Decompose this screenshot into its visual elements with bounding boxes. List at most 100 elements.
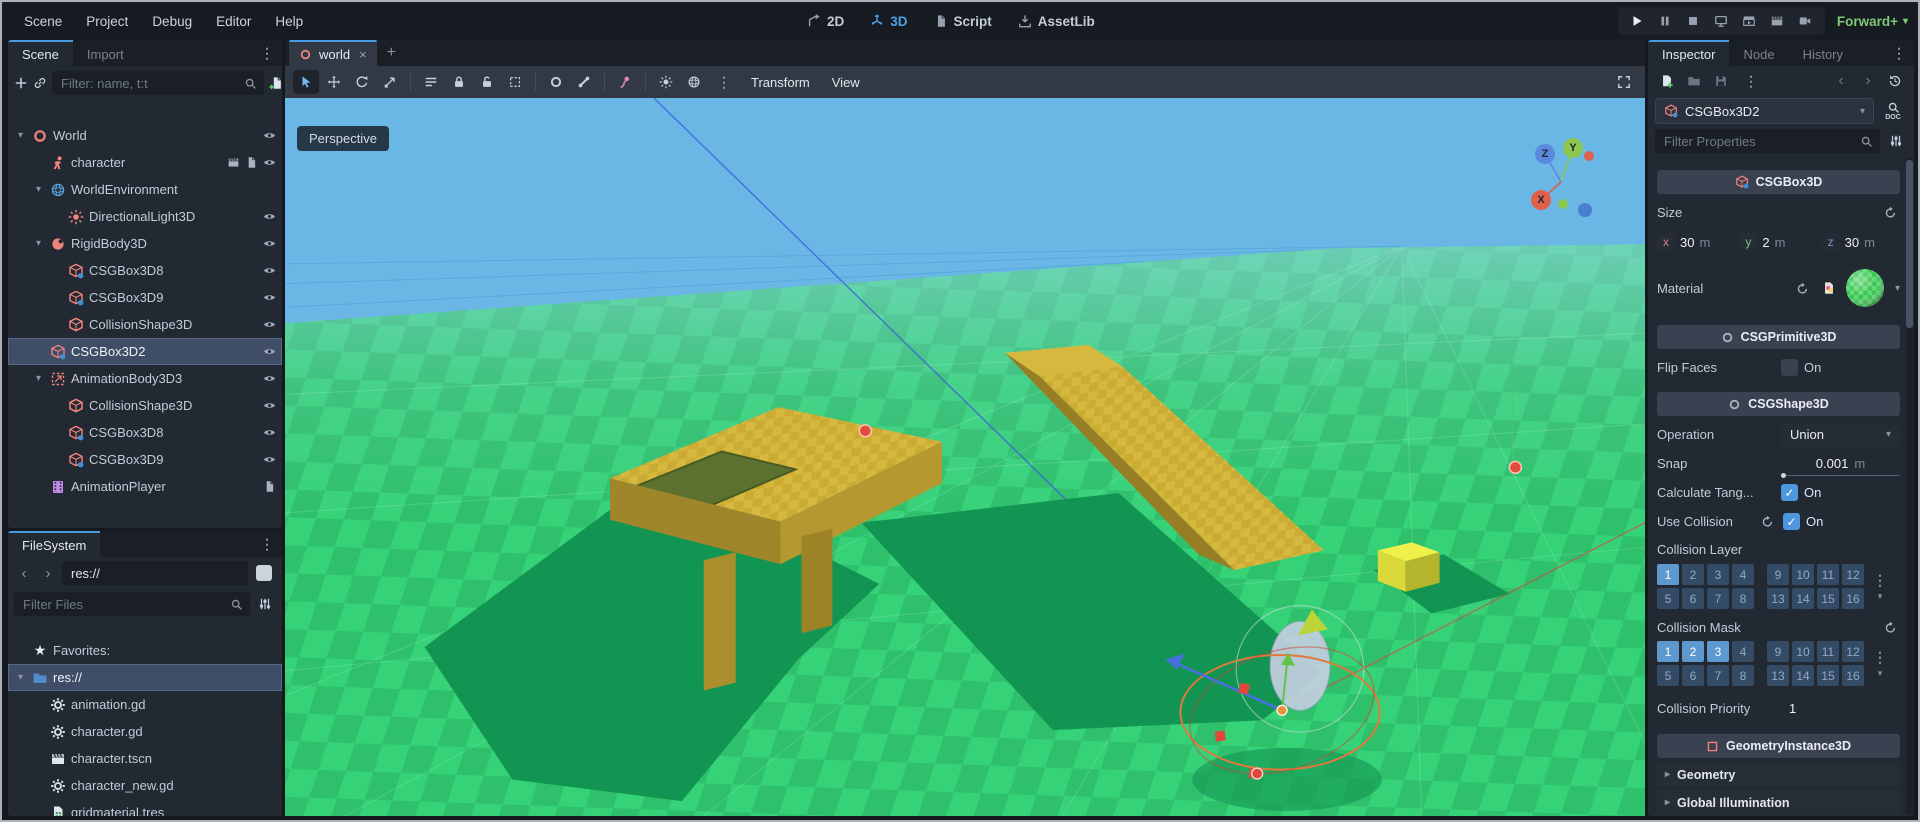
axis-neg-z-dot[interactable] <box>1578 203 1592 217</box>
material-new-resource-icon[interactable] <box>1819 278 1839 298</box>
new-scene-tab-button[interactable]: + <box>377 44 406 62</box>
collision-layer-bit-13[interactable]: 13 <box>1767 588 1789 609</box>
collision-mask-revert-button[interactable] <box>1880 617 1900 637</box>
3d-viewport[interactable]: Perspective Y Z X <box>285 98 1645 816</box>
visibility-toggle-icon[interactable] <box>263 210 276 223</box>
collision-layer-menu-icon[interactable]: ⋮ <box>1873 572 1887 589</box>
menu-debug[interactable]: Debug <box>140 14 204 29</box>
transform-menu[interactable]: Transform <box>741 72 820 93</box>
collision-layer-bit-9[interactable]: 9 <box>1767 564 1789 585</box>
fs-item-character-gd[interactable]: character.gd <box>8 718 282 745</box>
group-global-illumination[interactable]: ▸ Global Illumination <box>1657 790 1900 815</box>
fs-item-res[interactable]: ▾res:// <box>8 664 282 691</box>
size-y-field[interactable]: y 2 m <box>1739 233 1817 251</box>
history-back-button[interactable]: ‹ <box>1829 69 1853 93</box>
history-list-button[interactable] <box>1883 69 1907 93</box>
collision-layer-bit-4[interactable]: 4 <box>1732 564 1754 585</box>
play-button[interactable] <box>1625 10 1650 32</box>
scene-node-collisionshape3d[interactable]: CollisionShape3D <box>8 392 282 419</box>
visibility-toggle-icon[interactable] <box>263 453 276 466</box>
axis-neg-y-dot[interactable] <box>1558 199 1568 209</box>
scene-tab-world[interactable]: world × <box>289 40 377 66</box>
unlock-node-button[interactable] <box>474 70 500 94</box>
visibility-toggle-icon[interactable] <box>263 372 276 385</box>
material-revert-button[interactable] <box>1793 278 1813 298</box>
property-tools-button[interactable] <box>1885 130 1907 152</box>
collision-mask-bit-3[interactable]: 3 <box>1707 641 1729 662</box>
skeleton-options-button[interactable] <box>571 70 597 94</box>
collision-layer-bit-1[interactable]: 1 <box>1657 564 1679 585</box>
category-geometryinstance3d[interactable]: GeometryInstance3D <box>1657 734 1900 758</box>
collision-mask-bit-15[interactable]: 15 <box>1817 665 1839 686</box>
category-csgprimitive3d[interactable]: CSGPrimitive3D <box>1657 325 1900 349</box>
collision-layer-bit-5[interactable]: 5 <box>1657 588 1679 609</box>
visibility-toggle-icon[interactable] <box>263 426 276 439</box>
collision-mask-bit-6[interactable]: 6 <box>1682 665 1704 686</box>
play-custom-scene-button[interactable] <box>1765 10 1790 32</box>
attach-script-button[interactable] <box>269 72 282 94</box>
collapse-arrow-icon[interactable]: ▾ <box>14 672 27 683</box>
scene-node-csgbox3d9[interactable]: CSGBox3D9 <box>8 446 282 473</box>
scene-node-directionallight3d[interactable]: DirectionalLight3D <box>8 203 282 230</box>
menu-scene[interactable]: Scene <box>12 14 74 29</box>
fs-back-button[interactable]: ‹ <box>14 562 34 584</box>
fs-forward-button[interactable]: › <box>38 562 58 584</box>
scene-node-animationplayer[interactable]: AnimationPlayer <box>8 473 282 500</box>
open-docs-button[interactable]: DOC <box>1879 98 1907 124</box>
visibility-toggle-icon[interactable] <box>263 237 276 250</box>
collision-layer-bit-16[interactable]: 16 <box>1842 588 1864 609</box>
scene-node-world[interactable]: ▾World <box>8 122 282 149</box>
fs-item-gridmaterial-tres[interactable]: gridmaterial.tres <box>8 799 282 816</box>
fs-item-character-new-gd[interactable]: character_new.gd <box>8 772 282 799</box>
ruler-tool[interactable] <box>543 70 569 94</box>
collapse-arrow-icon[interactable]: ▾ <box>32 238 45 249</box>
fs-item-favorites[interactable]: ★Favorites: <box>8 637 282 664</box>
collision-layer-bit-3[interactable]: 3 <box>1707 564 1729 585</box>
material-preview[interactable] <box>1845 268 1885 308</box>
collision-layer-bit-8[interactable]: 8 <box>1732 588 1754 609</box>
use-collision-checkbox[interactable]: ✓ <box>1783 513 1800 530</box>
inspector-dock-menu-icon[interactable]: ⋮ <box>1884 45 1914 62</box>
scene-node-character[interactable]: character <box>8 149 282 176</box>
collapse-arrow-icon[interactable]: ▾ <box>32 373 45 384</box>
editor-tab-script[interactable]: Script <box>926 10 1000 33</box>
axis-y-ball[interactable]: Y <box>1563 138 1583 158</box>
preview-environment-toggle[interactable] <box>681 70 707 94</box>
fs-split-mode-button[interactable] <box>256 565 272 581</box>
camera-preview-toggle[interactable] <box>612 70 638 94</box>
collision-layer-bit-10[interactable]: 10 <box>1792 564 1814 585</box>
size-revert-button[interactable] <box>1880 203 1900 223</box>
collision-mask-bit-1[interactable]: 1 <box>1657 641 1679 662</box>
collision-layer-bit-15[interactable]: 15 <box>1817 588 1839 609</box>
collision-mask-bit-2[interactable]: 2 <box>1682 641 1704 662</box>
renderer-select[interactable]: Forward+ ▾ <box>1837 14 1908 29</box>
collision-mask-bit-11[interactable]: 11 <box>1817 641 1839 662</box>
collision-layer-bit-7[interactable]: 7 <box>1707 588 1729 609</box>
size-z-field[interactable]: z 30 m <box>1822 233 1900 251</box>
material-expand-button[interactable]: ▾ <box>1895 283 1900 294</box>
menu-help[interactable]: Help <box>263 14 315 29</box>
chevron-down-icon[interactable]: ▾ <box>1878 591 1883 602</box>
visibility-toggle-icon[interactable] <box>263 345 276 358</box>
snap-field[interactable]: 0.001 m <box>1781 452 1900 476</box>
scene-node-csgbox3d8[interactable]: CSGBox3D8 <box>8 257 282 284</box>
collision-mask-bit-4[interactable]: 4 <box>1732 641 1754 662</box>
filesystem-dock-menu-icon[interactable]: ⋮ <box>252 536 282 553</box>
size-x-field[interactable]: x 30 m <box>1657 233 1735 251</box>
collision-layer-bit-12[interactable]: 12 <box>1842 564 1864 585</box>
scene-filter-input[interactable] <box>59 75 239 92</box>
scene-dock-menu-icon[interactable]: ⋮ <box>252 45 282 62</box>
axis-neg-x-dot[interactable] <box>1584 151 1594 161</box>
tab-scene[interactable]: Scene <box>8 40 73 66</box>
collision-priority-value[interactable]: 1 <box>1789 701 1796 716</box>
axis-z-ball[interactable]: Z <box>1535 144 1555 164</box>
visibility-toggle-icon[interactable] <box>263 318 276 331</box>
fs-item-animation-gd[interactable]: animation.gd <box>8 691 282 718</box>
editor-tab-2d[interactable]: 2D <box>799 10 852 33</box>
script-icon[interactable] <box>245 156 258 169</box>
list-select-tool[interactable] <box>418 70 444 94</box>
view-menu[interactable]: View <box>822 72 870 93</box>
visibility-toggle-icon[interactable] <box>263 291 276 304</box>
scene-node-rigidbody3d[interactable]: ▾RigidBody3D <box>8 230 282 257</box>
gizmo-handle-dot[interactable] <box>1509 461 1521 473</box>
